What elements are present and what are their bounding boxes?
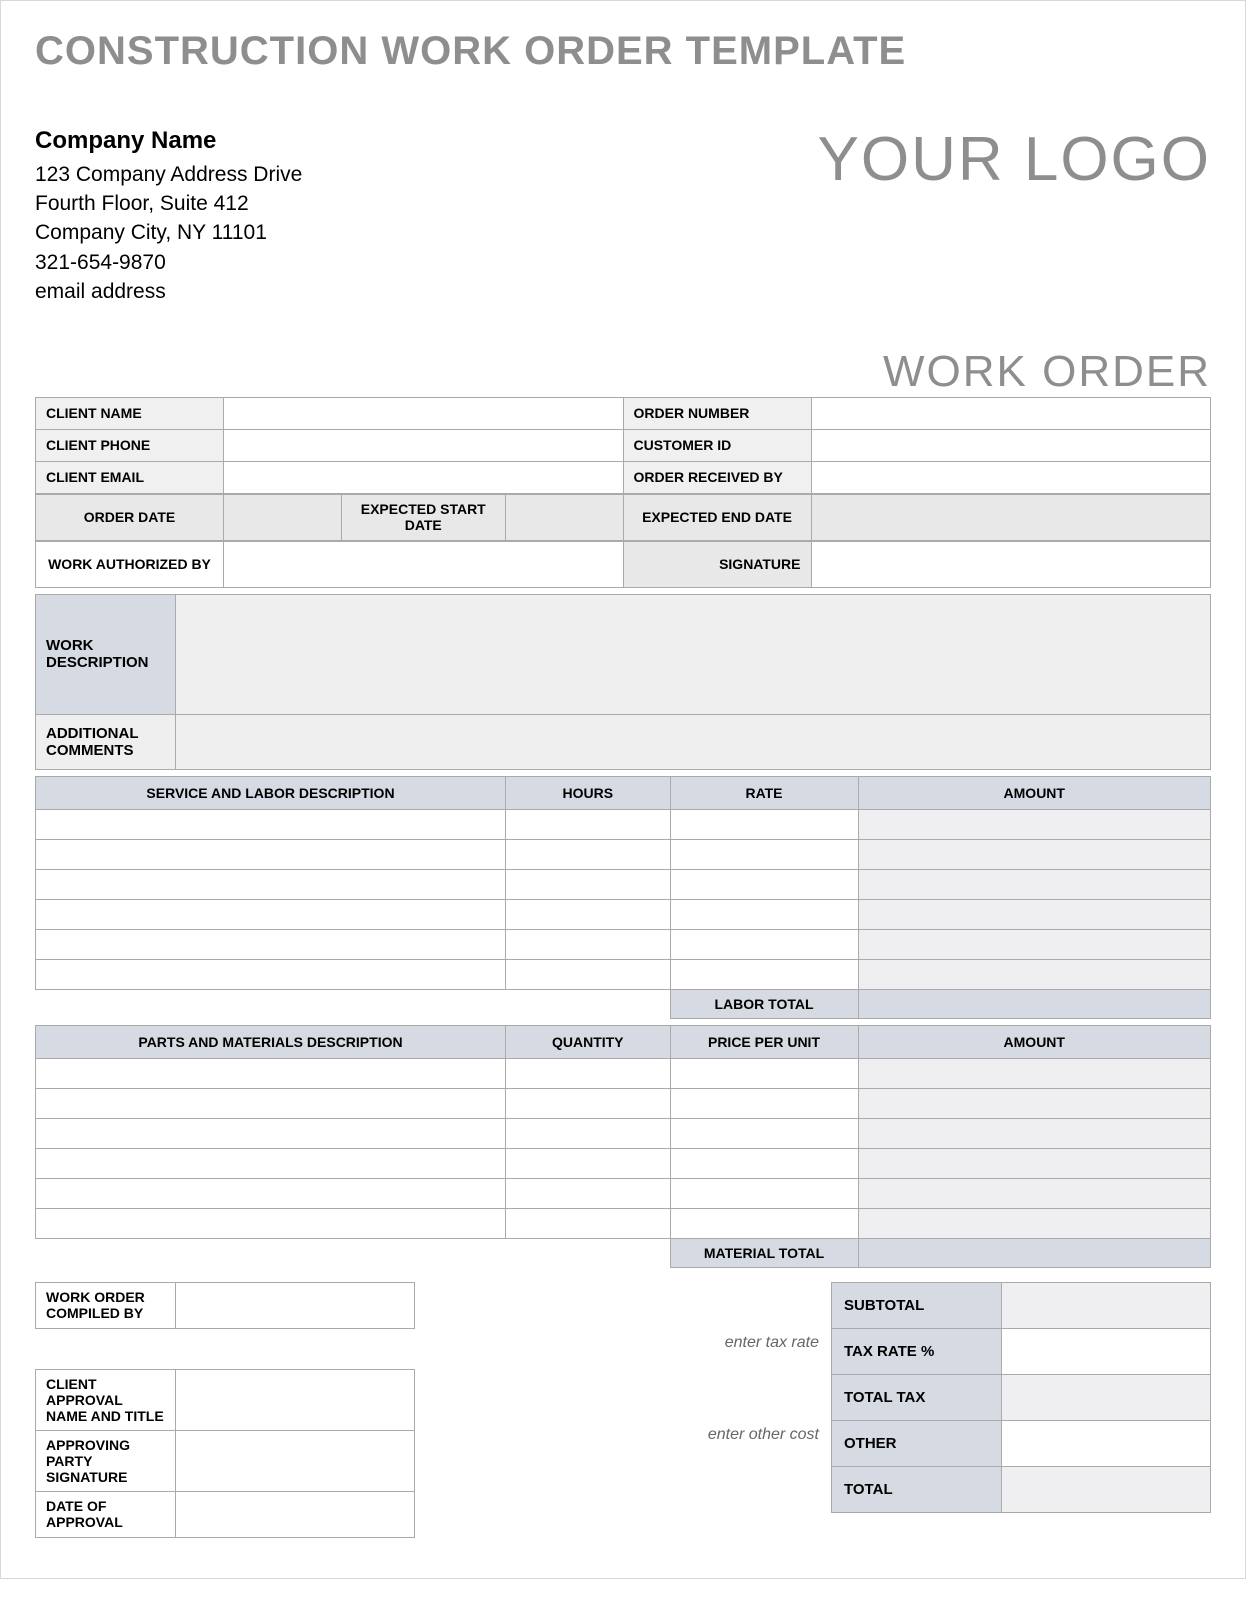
materials-row [36, 1178, 1211, 1208]
document-page: CONSTRUCTION WORK ORDER TEMPLATE Company… [0, 0, 1246, 1579]
materials-row [36, 1058, 1211, 1088]
label-compiled-by: WORK ORDER COMPILED BY [36, 1282, 176, 1328]
header-hours: HOURS [506, 776, 671, 809]
field-other[interactable] [1002, 1420, 1211, 1466]
materials-row [36, 1118, 1211, 1148]
header-amount: AMOUNT [858, 1025, 1211, 1058]
totals-table: SUBTOTAL TAX RATE % TOTAL TAX OTHER TOTA… [831, 1282, 1211, 1513]
logo-placeholder: YOUR LOGO [817, 124, 1211, 195]
authorization-table: WORK AUTHORIZED BY SIGNATURE [35, 541, 1211, 588]
field-expected-start[interactable] [506, 494, 624, 540]
label-work-description: WORK DESCRIPTION [36, 594, 176, 714]
field-order-received-by[interactable] [811, 461, 1211, 493]
field-date-of-approval[interactable] [176, 1491, 415, 1537]
compiled-approval-block: WORK ORDER COMPILED BY CLIENT APPROVAL N… [35, 1282, 415, 1538]
label-client-phone: CLIENT PHONE [36, 429, 224, 461]
company-info: Company Name 123 Company Address Drive F… [35, 124, 302, 307]
client-info-table: CLIENT NAME ORDER NUMBER CLIENT PHONE CU… [35, 397, 1211, 494]
field-client-email[interactable] [224, 461, 624, 493]
field-total-tax[interactable] [1002, 1374, 1211, 1420]
label-date-of-approval: DATE OF APPROVAL [36, 1491, 176, 1537]
field-client-name[interactable] [224, 397, 624, 429]
label-client-email: CLIENT EMAIL [36, 461, 224, 493]
label-order-number: ORDER NUMBER [623, 397, 811, 429]
label-work-authorized-by: WORK AUTHORIZED BY [36, 541, 224, 587]
field-order-number[interactable] [811, 397, 1211, 429]
label-approving-party-sig: APPROVING PARTY SIGNATURE [36, 1430, 176, 1491]
field-material-total[interactable] [858, 1238, 1211, 1267]
label-additional-comments: ADDITIONAL COMMENTS [36, 714, 176, 769]
field-signature[interactable] [811, 541, 1211, 587]
materials-row [36, 1148, 1211, 1178]
service-row [36, 869, 1211, 899]
field-work-description[interactable] [176, 594, 1211, 714]
label-client-approval: CLIENT APPROVAL NAME AND TITLE [36, 1369, 176, 1430]
service-row [36, 959, 1211, 989]
field-client-approval[interactable] [176, 1369, 415, 1430]
materials-row [36, 1088, 1211, 1118]
hint-enter-other-cost: enter other cost [415, 1426, 831, 1444]
header-rate: RATE [670, 776, 858, 809]
label-order-date: ORDER DATE [36, 494, 224, 540]
field-order-date[interactable] [224, 494, 342, 540]
service-labor-table: SERVICE AND LABOR DESCRIPTION HOURS RATE… [35, 776, 1211, 1019]
approval-table: CLIENT APPROVAL NAME AND TITLE APPROVING… [35, 1369, 415, 1538]
field-client-phone[interactable] [224, 429, 624, 461]
header-quantity: QUANTITY [506, 1025, 671, 1058]
hints-column: enter tax rate enter other cost [415, 1282, 831, 1538]
label-material-total: MATERIAL TOTAL [670, 1238, 858, 1267]
label-subtotal: SUBTOTAL [832, 1282, 1002, 1328]
company-phone: 321-654-9870 [35, 248, 302, 277]
field-additional-comments[interactable] [176, 714, 1211, 769]
company-address1: 123 Company Address Drive [35, 160, 302, 189]
header-amount: AMOUNT [858, 776, 1211, 809]
page-title: CONSTRUCTION WORK ORDER TEMPLATE [35, 29, 1211, 74]
field-approving-party-sig[interactable] [176, 1430, 415, 1491]
field-subtotal[interactable] [1002, 1282, 1211, 1328]
workorder-heading: WORK ORDER [35, 347, 1211, 397]
label-tax-rate: TAX RATE % [832, 1328, 1002, 1374]
materials-row [36, 1208, 1211, 1238]
service-row [36, 899, 1211, 929]
service-row [36, 839, 1211, 869]
service-row [36, 809, 1211, 839]
company-citystate: Company City, NY 11101 [35, 218, 302, 247]
label-expected-start: EXPECTED START DATE [341, 494, 506, 540]
work-description-table: WORK DESCRIPTION ADDITIONAL COMMENTS [35, 594, 1211, 770]
label-signature: SIGNATURE [623, 541, 811, 587]
dates-table: ORDER DATE EXPECTED START DATE EXPECTED … [35, 494, 1211, 541]
hint-enter-tax-rate: enter tax rate [415, 1334, 831, 1352]
compiled-by-table: WORK ORDER COMPILED BY [35, 1282, 415, 1329]
company-email: email address [35, 277, 302, 306]
label-total-tax: TOTAL TAX [832, 1374, 1002, 1420]
label-total: TOTAL [832, 1466, 1002, 1512]
label-customer-id: CUSTOMER ID [623, 429, 811, 461]
field-labor-total[interactable] [858, 989, 1211, 1018]
label-client-name: CLIENT NAME [36, 397, 224, 429]
header-service-desc: SERVICE AND LABOR DESCRIPTION [36, 776, 506, 809]
field-work-authorized-by[interactable] [224, 541, 624, 587]
header-parts-desc: PARTS AND MATERIALS DESCRIPTION [36, 1025, 506, 1058]
field-expected-end[interactable] [811, 494, 1211, 540]
header-block: Company Name 123 Company Address Drive F… [35, 124, 1211, 307]
totals-block: SUBTOTAL TAX RATE % TOTAL TAX OTHER TOTA… [831, 1282, 1211, 1538]
label-expected-end: EXPECTED END DATE [623, 494, 811, 540]
label-other: OTHER [832, 1420, 1002, 1466]
field-customer-id[interactable] [811, 429, 1211, 461]
company-name: Company Name [35, 124, 302, 158]
field-compiled-by[interactable] [176, 1282, 415, 1328]
field-total[interactable] [1002, 1466, 1211, 1512]
label-order-received-by: ORDER RECEIVED BY [623, 461, 811, 493]
parts-materials-table: PARTS AND MATERIALS DESCRIPTION QUANTITY… [35, 1025, 1211, 1268]
company-address2: Fourth Floor, Suite 412 [35, 189, 302, 218]
header-price-per-unit: PRICE PER UNIT [670, 1025, 858, 1058]
label-labor-total: LABOR TOTAL [670, 989, 858, 1018]
service-row [36, 929, 1211, 959]
footer-section: WORK ORDER COMPILED BY CLIENT APPROVAL N… [35, 1282, 1211, 1538]
field-tax-rate[interactable] [1002, 1328, 1211, 1374]
